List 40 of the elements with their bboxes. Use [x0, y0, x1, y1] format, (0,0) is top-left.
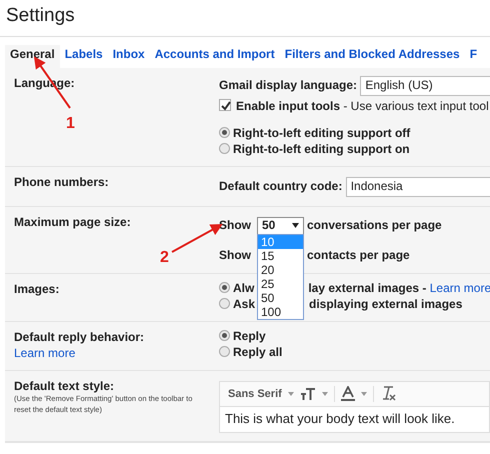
dropdown-option[interactable]: 100: [258, 304, 303, 319]
setting-label: Maximum page size:: [14, 214, 131, 231]
show-label: Show: [219, 248, 251, 262]
tab[interactable]: F: [464, 45, 482, 68]
country-select[interactable]: Indonesia: [346, 177, 490, 197]
show-label: Show: [219, 218, 251, 232]
dropdown-option[interactable]: 25: [258, 276, 303, 291]
show-label: contacts per page: [307, 248, 410, 262]
radio-label: lay external images -: [308, 281, 428, 296]
tab[interactable]: Labels: [60, 45, 108, 68]
annotation-number: 1: [66, 115, 75, 132]
show-label: conversations per page: [307, 218, 442, 232]
setting-label: Phone numbers:: [14, 175, 109, 191]
radio-label: Alw: [233, 281, 254, 296]
annotation-number: 2: [160, 249, 169, 266]
tab[interactable]: General: [5, 45, 60, 68]
tab[interactable]: Filters and Blocked Addresses: [280, 45, 465, 68]
checkbox-label: Enable input tools - Use various text input tool: [236, 98, 489, 113]
field-label: Default country code:: [219, 179, 344, 194]
language-select[interactable]: English (US): [360, 76, 490, 96]
tab[interactable]: Inbox: [108, 45, 150, 68]
radio-label: Right-to-left editing support on: [233, 142, 410, 156]
page-title: Settings: [0, 0, 490, 37]
font-select[interactable]: Sans Serif: [228, 386, 282, 402]
learn-more-link[interactable]: Learn more: [14, 346, 76, 362]
sample-text: This is what your body text will look like.: [224, 410, 456, 428]
dropdown-option[interactable]: 15: [258, 248, 303, 263]
dropdown-option[interactable]: 50: [258, 290, 303, 305]
tab[interactable]: Accounts and Import: [150, 45, 280, 68]
radio-label: Reply: [233, 329, 266, 344]
setting-label: Default text style:: [14, 378, 114, 394]
radio-label: displaying external images: [309, 296, 462, 311]
radio-label: Ask: [233, 296, 256, 311]
radio-label: Reply all: [233, 344, 282, 359]
setting-label: Images:: [14, 282, 60, 298]
radio-label: Right-to-left editing support off: [233, 126, 410, 140]
field-label: Gmail display language:: [219, 78, 358, 92]
dropdown-option[interactable]: 20: [258, 262, 303, 277]
setting-label: Default reply behavior:: [14, 330, 144, 346]
page-size-select[interactable]: 50: [257, 216, 304, 235]
